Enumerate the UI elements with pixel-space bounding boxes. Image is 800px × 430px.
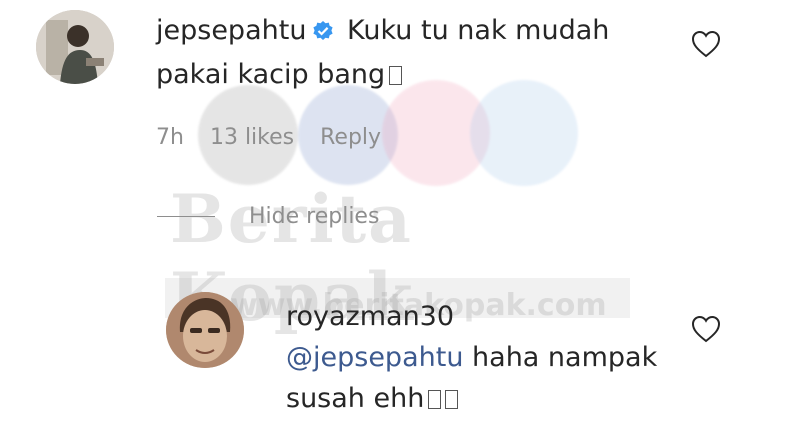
like-heart-icon[interactable] — [691, 30, 721, 58]
comment-text: jepsepahtu Kuku tu nak mudah pakai kacip… — [156, 10, 676, 95]
reply-button[interactable]: Reply — [320, 125, 381, 150]
globe-icon — [470, 80, 578, 186]
reply-avatar-photo — [166, 292, 244, 368]
emoji-placeholder-icon — [389, 66, 403, 85]
reply-text: royazman30 @jepsepahtu haha nampak susah… — [286, 296, 666, 419]
comment-time[interactable]: 7h — [156, 125, 184, 150]
reply-username[interactable]: royazman30 — [286, 296, 666, 337]
comment-meta: 7h 13 likes Reply — [156, 125, 407, 150]
verified-badge-icon — [312, 13, 334, 54]
avatar-photo — [36, 10, 114, 84]
emoji-placeholder-icon — [428, 390, 442, 409]
hide-replies-label: Hide replies — [249, 204, 380, 229]
like-heart-icon[interactable] — [691, 315, 721, 343]
comment-username[interactable]: jepsepahtu — [156, 15, 306, 46]
avatar[interactable] — [36, 10, 114, 84]
emoji-placeholder-icon — [445, 390, 459, 409]
reply-mention-link[interactable]: @jepsepahtu — [286, 342, 463, 373]
hide-replies-button[interactable]: Hide replies — [157, 204, 379, 229]
comment-likes[interactable]: 13 likes — [210, 125, 294, 150]
replies-divider-line — [157, 216, 215, 217]
reply-avatar[interactable] — [166, 292, 244, 368]
